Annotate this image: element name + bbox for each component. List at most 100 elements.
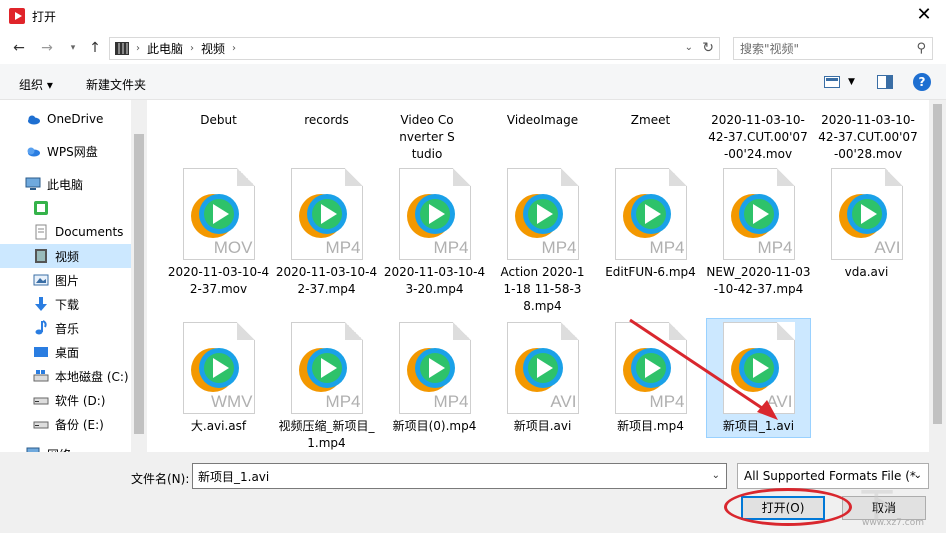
address-dropdown-icon[interactable]: ⌄	[685, 42, 693, 53]
folder-item[interactable]: Debut	[166, 108, 271, 129]
sidebar-item-label: Documents	[55, 225, 124, 239]
file-thumbnail: AVI	[503, 322, 583, 414]
file-name: vda.avi	[844, 265, 889, 279]
file-thumbnail: MP4	[395, 322, 475, 414]
file-item[interactable]: 2020-11-03-10-42-37.CUT.00'07-00'28.mov	[818, 108, 918, 163]
sidebar-item-network[interactable]: 网络	[0, 442, 131, 452]
search-placeholder: 搜索"视频"	[740, 42, 800, 56]
sidebar-item-drive-d[interactable]: 软件 (D:)	[0, 388, 131, 412]
sidebar-item-this-pc[interactable]: 此电脑	[0, 172, 131, 196]
sidebar-scroll-thumb[interactable]	[134, 134, 144, 434]
filename-input[interactable]: 新项目_1.avi ⌄	[192, 463, 727, 489]
file-name: 新项目_1.avi	[722, 419, 795, 433]
refresh-icon[interactable]: ↻	[702, 40, 714, 56]
file-name: Zmeet	[630, 113, 671, 127]
filename-label: 文件名(N):	[131, 472, 190, 486]
file-thumbnail: MP4	[611, 168, 691, 260]
sidebar-item-documents[interactable]: Documents	[0, 220, 131, 244]
folder-item[interactable]: VideoImage	[490, 108, 595, 129]
folder-item[interactable]: records	[274, 108, 379, 129]
video-file-item[interactable]: MOV 2020-11-03-10-42-37.mov	[166, 168, 271, 298]
video-player-logo-icon	[622, 194, 671, 238]
sidebar-item-desktop[interactable]: 桌面	[0, 340, 131, 364]
video-player-logo-icon	[298, 194, 347, 238]
breadcrumb-videos[interactable]: 视频	[201, 40, 225, 57]
view-dropdown-icon[interactable]: ▼	[848, 77, 855, 87]
file-extension-label: MP4	[325, 238, 361, 257]
video-file-item[interactable]: AVI vda.avi	[814, 168, 919, 281]
video-file-item[interactable]: MP4 新项目(0).mp4	[382, 322, 487, 435]
view-options-icon[interactable]	[824, 75, 840, 89]
wps-cloud-icon	[27, 147, 40, 157]
file-extension-label: MP4	[541, 238, 577, 257]
chevron-right-icon[interactable]: ›	[136, 43, 140, 54]
search-input[interactable]: 搜索"视频" ⚲	[733, 37, 933, 60]
video-file-item[interactable]: MP4 新项目.mp4	[598, 322, 703, 435]
file-name: VideoImage	[506, 113, 579, 127]
video-file-item[interactable]: MP4 2020-11-03-10-43-20.mp4	[382, 168, 487, 298]
recent-dropdown-icon[interactable]: ▾	[64, 39, 82, 57]
filename-value: 新项目_1.avi	[198, 469, 270, 484]
video-file-item[interactable]: MP4 NEW_2020-11-03-10-42-37.mp4	[706, 168, 811, 298]
window-title: 打开	[32, 9, 57, 24]
video-player-logo-icon	[514, 348, 563, 392]
file-item[interactable]: 2020-11-03-10-42-37.CUT.00'07-00'24.mov	[708, 108, 808, 163]
video-file-item-selected[interactable]: AVI 新项目_1.avi	[706, 318, 811, 438]
sidebar-item-drive-e[interactable]: 备份 (E:)	[0, 412, 131, 436]
video-file-item[interactable]: AVI 新项目.avi	[490, 322, 595, 435]
video-player-logo-icon	[514, 194, 563, 238]
sidebar-item-green-app[interactable]	[0, 196, 131, 220]
video-file-item[interactable]: WMV 大.avi.asf	[166, 322, 271, 435]
sidebar-item-onedrive[interactable]: OneDrive	[0, 107, 131, 131]
navigation-pane: OneDrive WPS网盘 此电脑 Documents 视频 图片 下载 音乐…	[0, 100, 147, 452]
sidebar-item-downloads[interactable]: 下载	[0, 292, 131, 316]
file-name: 2020-11-03-10-42-37.mov	[167, 265, 270, 296]
sidebar-item-pictures[interactable]: 图片	[0, 268, 131, 292]
chevron-right-icon[interactable]: ›	[190, 43, 194, 54]
sidebar-item-label: 下载	[55, 297, 80, 312]
download-icon	[35, 297, 47, 311]
navigation-bar: ← → ▾ ↑ › 此电脑 › 视频 › ⌄ ↻ 搜索"视频" ⚲	[0, 32, 946, 64]
up-arrow-icon[interactable]: ↑	[86, 39, 104, 57]
video-file-item[interactable]: MP4 EditFUN-6.mp4	[598, 168, 703, 281]
drive-icon	[33, 397, 49, 405]
folder-item[interactable]: Zmeet	[598, 108, 703, 129]
organize-menu[interactable]: 组织 ▾	[19, 76, 53, 93]
file-extension-label: AVI	[550, 392, 577, 411]
sidebar-item-videos[interactable]: 视频	[0, 244, 131, 268]
video-player-logo-icon	[190, 348, 239, 392]
sidebar-item-label: OneDrive	[47, 112, 104, 126]
video-file-item[interactable]: MP4 Action 2020-11-18 11-58-38.mp4	[490, 168, 595, 315]
sidebar-item-music[interactable]: 音乐	[0, 316, 131, 340]
file-extension-label: MOV	[213, 238, 253, 257]
file-list-pane: Debut records Video Converter Studio Vid…	[148, 100, 929, 452]
sidebar-item-drive-c[interactable]: 本地磁盘 (C:)	[0, 364, 131, 388]
breadcrumb-this-pc[interactable]: 此电脑	[147, 40, 183, 57]
back-arrow-icon[interactable]: ←	[10, 39, 28, 57]
folder-item[interactable]: Video Converter Studio	[382, 108, 472, 163]
video-file-item[interactable]: MP4 视频压缩_新项目_1.mp4	[274, 322, 379, 452]
video-player-logo-icon	[406, 348, 455, 392]
title-bar: 打开 ✕	[0, 0, 946, 32]
sidebar-item-wps-cloud[interactable]: WPS网盘	[0, 139, 131, 163]
pictures-icon	[33, 274, 49, 286]
file-list-scroll-thumb[interactable]	[933, 104, 942, 424]
desktop-icon	[34, 347, 48, 357]
computer-icon	[25, 177, 41, 190]
preview-pane-icon[interactable]	[877, 75, 893, 89]
video-file-item[interactable]: MP4 2020-11-03-10-42-37.mp4	[274, 168, 379, 298]
video-player-logo-icon	[406, 194, 455, 238]
help-icon[interactable]: ?	[913, 73, 931, 91]
file-extension-label: MP4	[325, 392, 361, 411]
chevron-down-icon[interactable]: ⌄	[712, 470, 720, 481]
address-bar[interactable]: › 此电脑 › 视频 › ⌄ ↻	[109, 37, 720, 60]
video-player-logo-icon	[190, 194, 239, 238]
close-button[interactable]: ✕	[914, 6, 934, 26]
chevron-right-icon[interactable]: ›	[232, 43, 236, 54]
sidebar-item-label: 桌面	[55, 345, 80, 360]
new-folder-button[interactable]: 新建文件夹	[86, 76, 146, 93]
file-extension-label: AVI	[874, 238, 901, 257]
forward-arrow-icon[interactable]: →	[38, 39, 56, 57]
file-extension-label: MP4	[649, 392, 685, 411]
file-name: 新项目.mp4	[617, 419, 684, 433]
